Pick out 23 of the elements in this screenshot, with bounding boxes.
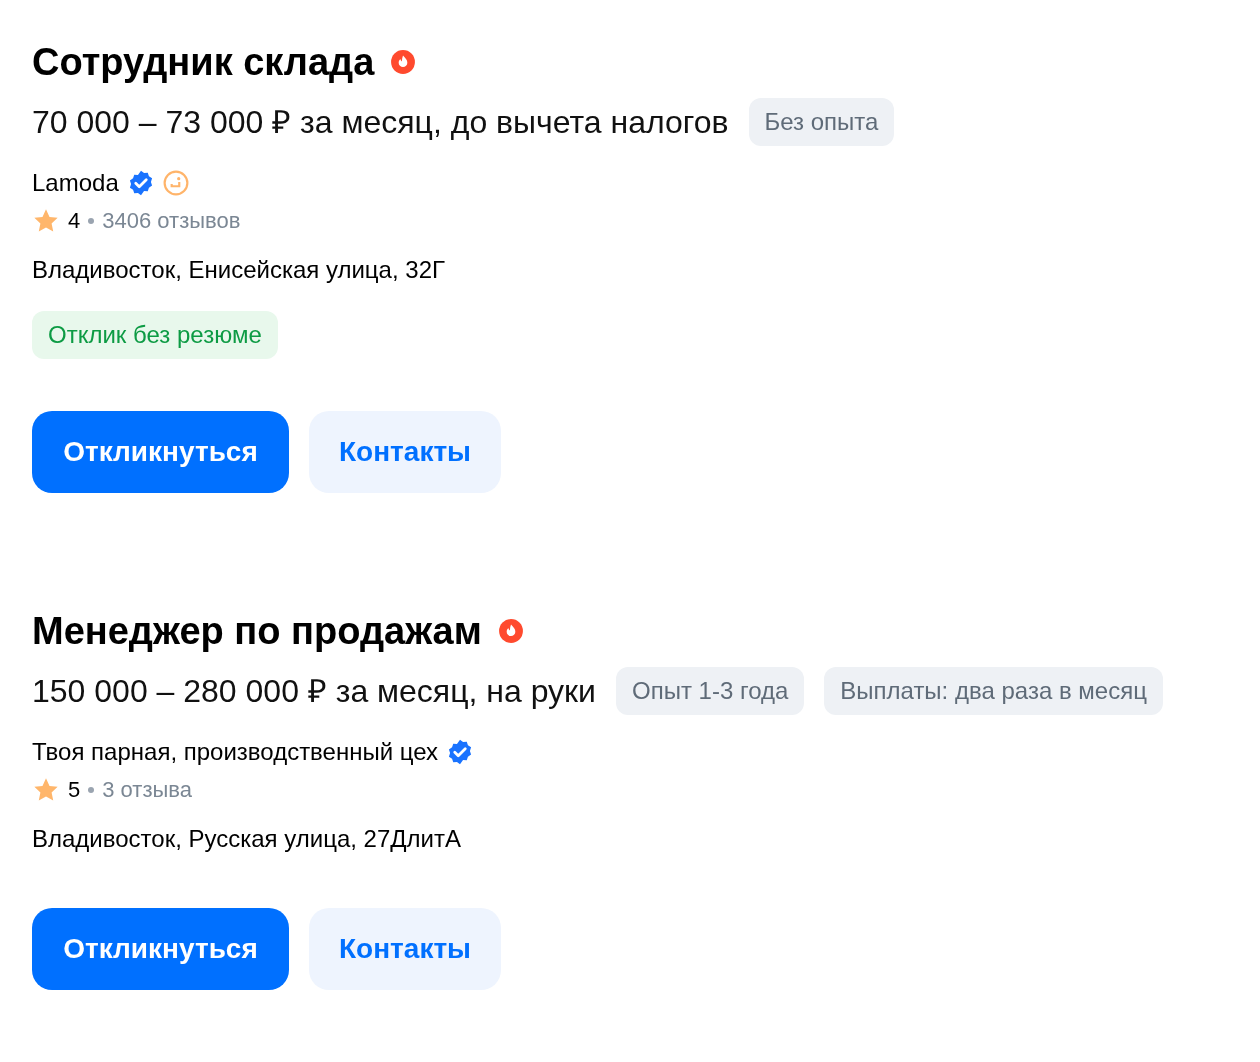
accreditation-icon [162,170,189,196]
tag: Выплаты: два раза в месяц [824,667,1163,715]
contacts-button[interactable]: Контакты [309,908,501,990]
respond-button[interactable]: Откликнуться [32,908,289,990]
rating: 5 [68,776,81,804]
tag: Без опыта [748,98,895,146]
reviews-count[interactable]: 3406 отзывов [102,204,241,237]
bullet-icon [88,786,95,793]
salary: 70 000 – 73 000 ₽ за месяц, до вычета налогов [32,103,729,142]
vacancy-title[interactable]: Менеджер по продажам [32,607,482,655]
contacts-button[interactable]: Контакты [309,411,501,493]
tag: Опыт 1-3 года [615,667,805,715]
salary: 150 000 – 280 000 ₽ за месяц, на руки [32,672,596,711]
address: Владивосток, Енисейская улица, 32Г [32,255,446,285]
vacancy-title[interactable]: Сотрудник склада [32,38,375,86]
no-resume-badge: Отклик без резюме [32,311,278,359]
company-name[interactable]: Твоя парная, производственный цех [32,735,439,769]
respond-button[interactable]: Откликнуться [32,411,289,493]
reviews-count[interactable]: 3 отзыва [102,773,192,806]
address: Владивосток, Русская улица, 27ДлитА [32,824,462,854]
bullet-icon [88,217,95,224]
company-name[interactable]: Lamoda [32,166,119,200]
rating: 4 [68,207,81,235]
